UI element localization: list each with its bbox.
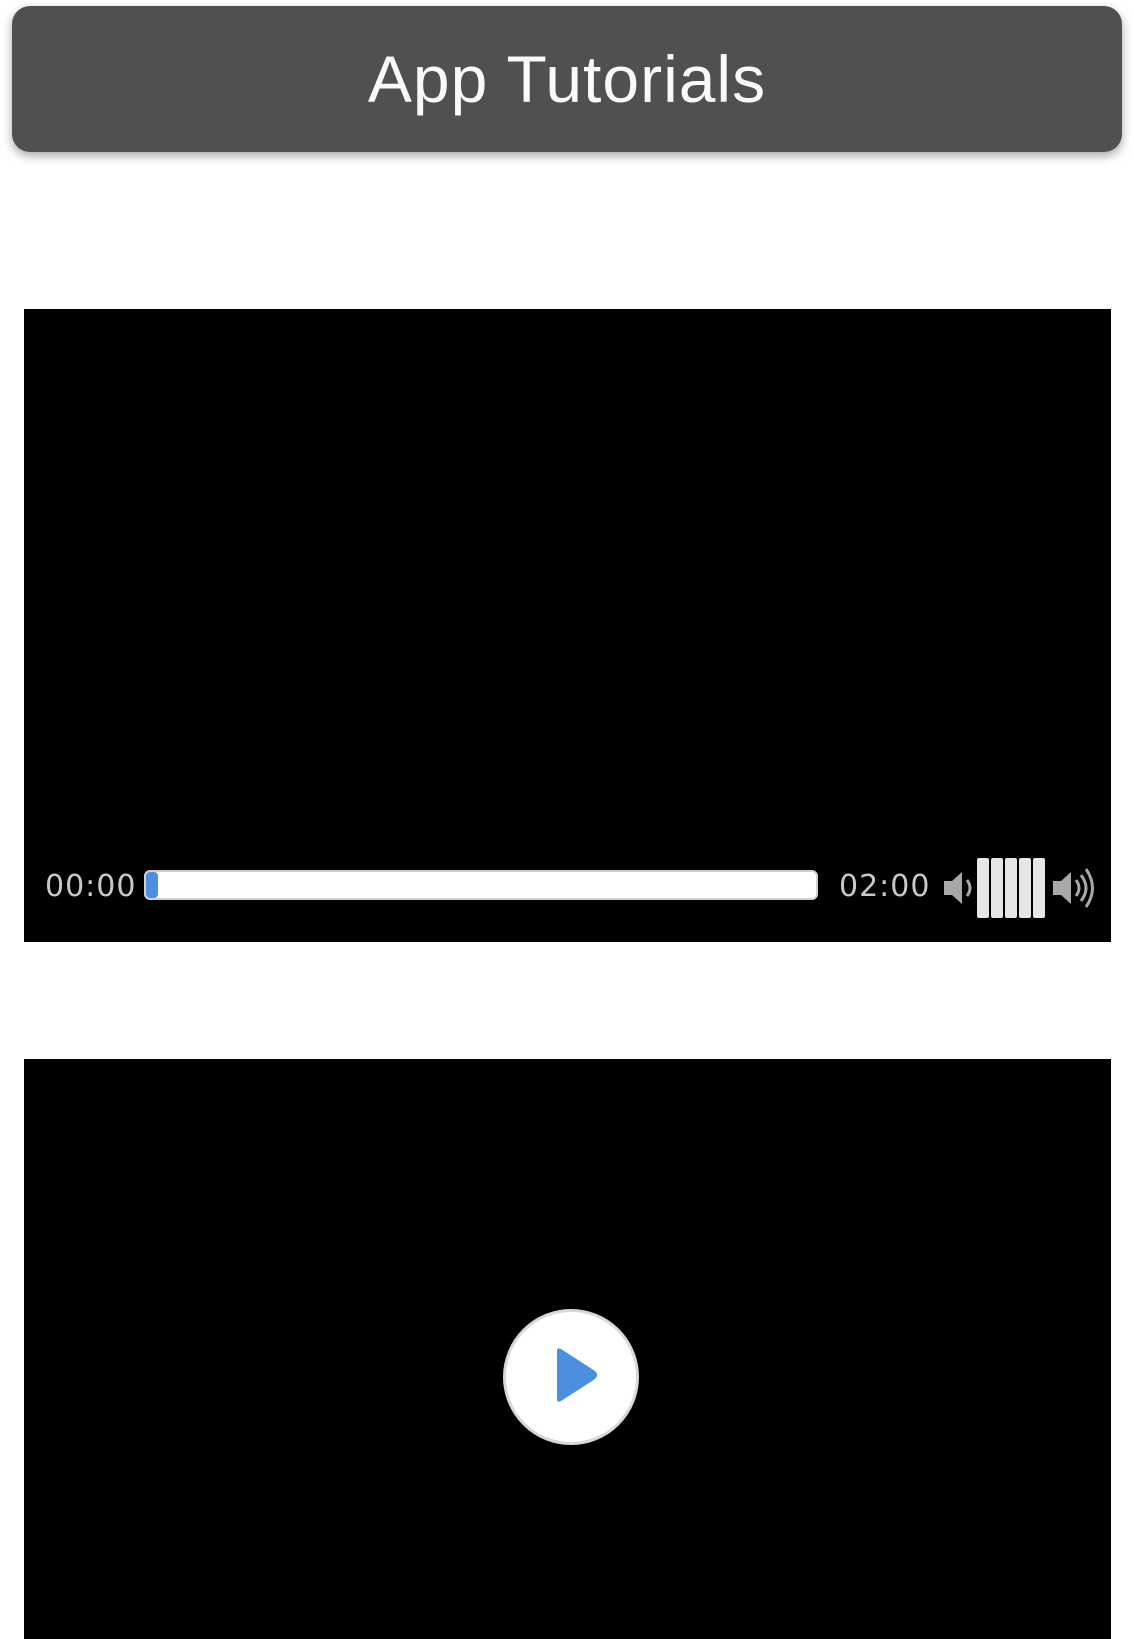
video-player-1[interactable]: 00:00 02:00 — [24, 309, 1111, 942]
volume-low-icon[interactable] — [942, 868, 982, 908]
video-player-2[interactable] — [24, 1059, 1111, 1639]
volume-slider[interactable] — [977, 858, 1045, 918]
volume-bar[interactable] — [991, 858, 1003, 918]
volume-bar[interactable] — [1005, 858, 1017, 918]
app-header: App Tutorials — [12, 6, 1122, 152]
volume-bar[interactable] — [977, 858, 989, 918]
current-time: 00:00 — [45, 869, 137, 904]
video-controls: 00:00 02:00 — [24, 854, 1111, 918]
total-time: 02:00 — [839, 869, 931, 904]
play-button[interactable] — [503, 1309, 639, 1445]
progress-bar[interactable] — [144, 870, 818, 900]
page-title: App Tutorials — [367, 42, 767, 116]
progress-fill — [146, 872, 158, 898]
play-icon — [543, 1345, 599, 1409]
volume-high-icon[interactable] — [1051, 868, 1094, 908]
volume-bar[interactable] — [1033, 858, 1045, 918]
volume-bar[interactable] — [1019, 858, 1031, 918]
